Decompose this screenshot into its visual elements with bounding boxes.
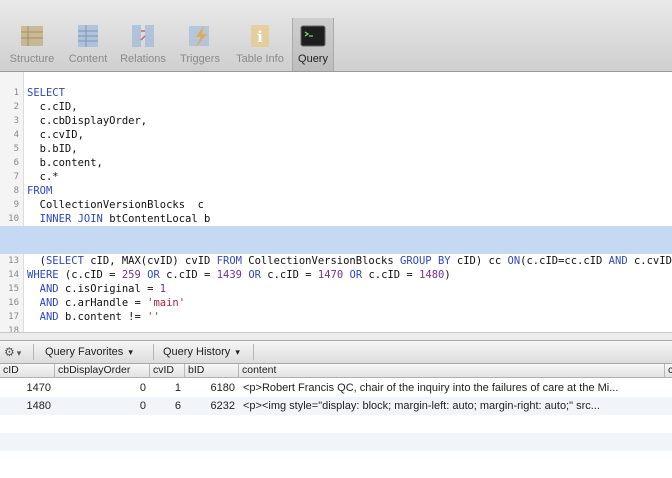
code-line: 18 xyxy=(0,310,672,332)
tab-structure-label: Structure xyxy=(9,53,55,65)
table-row[interactable]: 1480 0 6 6232 <p><img style="display: bl… xyxy=(0,397,672,415)
cell-cid: 1480 xyxy=(26,400,51,412)
table-info-icon: i xyxy=(251,25,269,47)
code-line: 15 AND c.isOriginal = 1 xyxy=(0,268,672,295)
chevron-down-icon: ▾ xyxy=(128,347,133,357)
cell-content: <p>Robert Francis QC, chair of the inqui… xyxy=(243,382,619,394)
column-header-cid[interactable]: cID xyxy=(0,364,55,378)
code-line: 17 AND b.content != '' xyxy=(0,296,672,323)
tab-relations-label: Relations xyxy=(120,53,166,65)
line-number: 18 xyxy=(8,326,19,332)
code-line: 5 b.bID, xyxy=(0,128,672,155)
gear-menu-button[interactable]: ⚙ ▾ xyxy=(4,344,30,361)
code-line: 6 b.content, xyxy=(0,142,672,169)
code-line: 8 FROM xyxy=(0,170,672,197)
code-line: 14 WHERE (c.cID = 259 OR c.cID = 1439 OR … xyxy=(0,254,672,281)
tab-triggers[interactable]: Triggers xyxy=(176,22,224,70)
cell-bid: 6180 xyxy=(210,382,235,394)
cell-cid: 1470 xyxy=(26,382,51,394)
tab-table-info-label: Table Info xyxy=(236,53,284,65)
empty-row xyxy=(0,433,672,451)
code-line: 3 c.cbDisplayOrder, xyxy=(0,100,672,127)
content-icon xyxy=(78,25,98,47)
results-table: cID cbDisplayOrder cvID bID content c 14… xyxy=(0,364,672,478)
structure-icon xyxy=(21,26,43,46)
code-line: 10 INNER JOIN btContentLocal b xyxy=(0,198,672,225)
code-line: 9 CollectionVersionBlocks c xyxy=(0,184,672,211)
tab-relations[interactable]: Relations xyxy=(116,22,170,70)
code-line: 7 c.* xyxy=(0,156,672,183)
cell-content: <p><img style="display: block; margin-le… xyxy=(243,400,600,412)
empty-row xyxy=(0,451,672,469)
query-favorites-label: Query Favorites xyxy=(45,346,124,358)
gear-icon: ⚙ xyxy=(4,345,15,359)
query-actions-bar: ⚙ ▾ Query Favorites ▾ Query History ▾ xyxy=(0,340,672,364)
table-row[interactable]: 1470 0 1 6180 <p>Robert Francis QC, chai… xyxy=(0,379,672,397)
table-header: cID cbDisplayOrder cvID bID content c xyxy=(0,364,672,378)
chevron-down-icon: ▾ xyxy=(16,348,22,358)
tab-query-label: Query xyxy=(298,53,328,65)
svg-text:i: i xyxy=(257,28,263,46)
column-header-bid[interactable]: bID xyxy=(185,364,239,378)
query-history-button[interactable]: Query History ▾ xyxy=(163,341,240,363)
tab-query[interactable]: Query xyxy=(292,18,334,71)
cell-cvid: 6 xyxy=(174,400,181,412)
tab-structure[interactable]: Structure xyxy=(4,22,60,70)
cell-bid: 6232 xyxy=(210,400,235,412)
column-header-c[interactable]: c xyxy=(665,364,672,378)
code-line: 2 c.cID, xyxy=(0,86,672,113)
cell-cbdisplayorder: 0 xyxy=(139,400,146,412)
divider xyxy=(253,344,254,360)
divider xyxy=(153,344,154,360)
code-line: 16 AND c.arHandle = 'main' xyxy=(0,282,672,309)
cell-cbdisplayorder: 0 xyxy=(139,382,146,394)
query-history-label: Query History xyxy=(163,346,231,358)
tab-triggers-label: Triggers xyxy=(180,53,220,65)
tab-content-label: Content xyxy=(68,53,108,65)
split-divider[interactable] xyxy=(0,332,672,340)
query-favorites-button[interactable]: Query Favorites ▾ xyxy=(45,341,133,363)
cell-cvid: 1 xyxy=(174,382,181,394)
triggers-icon xyxy=(189,25,209,48)
sql-editor[interactable]: 1 SELECT 2 c.cID, 3 c.cbDisplayOrder, 4 c… xyxy=(0,72,672,332)
divider xyxy=(33,344,34,360)
code-line: 11 ON (c.bID = b.bID) xyxy=(0,212,672,239)
main-toolbar: Structure Content Relations Triggers i T… xyxy=(0,0,672,72)
column-header-cvid[interactable]: cvID xyxy=(150,364,185,378)
empty-row xyxy=(0,415,672,433)
column-header-cbdisplayorder[interactable]: cbDisplayOrder xyxy=(55,364,150,378)
chevron-down-icon: ▾ xyxy=(235,347,240,357)
relations-icon xyxy=(132,25,154,47)
tab-table-info[interactable]: i Table Info xyxy=(230,22,290,70)
column-header-content[interactable]: content xyxy=(239,364,665,378)
code-line: 1 SELECT xyxy=(0,72,672,99)
tab-content[interactable]: Content xyxy=(64,22,112,70)
code-line-selected: 13 (SELECT cID, MAX(cvID) cvID FROM Coll… xyxy=(0,240,672,267)
code-line: 4 c.cvID, xyxy=(0,114,672,141)
code-line-selected: 12 INNER JOIN xyxy=(0,226,672,253)
terminal-icon xyxy=(300,25,326,47)
